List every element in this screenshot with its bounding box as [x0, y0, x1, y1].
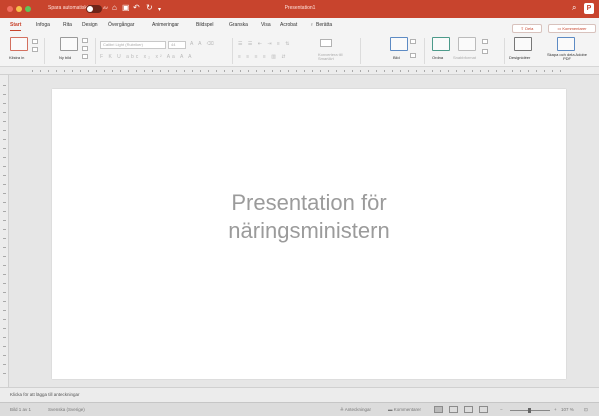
tab-acrobat[interactable]: Acrobat [280, 22, 297, 28]
section-icon[interactable] [82, 54, 88, 59]
picture-label: Bild [393, 55, 400, 60]
language-status[interactable]: Svenska (Sverige) [48, 407, 85, 412]
autosave-toggle-state: AV [103, 5, 109, 10]
create-pdf-label: Skapa och dela Adobe PDF [546, 52, 588, 61]
zoom-level[interactable]: 107 % [561, 407, 574, 412]
document-title: Presentation1 [284, 5, 316, 11]
copy-icon[interactable] [32, 47, 38, 52]
convert-smartart-label: Konvertera till SmartArt [318, 52, 343, 61]
comments-toggle-label: Kommentarer [393, 407, 422, 412]
slide-sorter-view-icon[interactable] [449, 406, 458, 413]
new-slide-label: Ny bild [59, 55, 72, 60]
text-direction-icon[interactable] [320, 39, 332, 47]
horizontal-ruler [0, 67, 599, 75]
quick-styles-label: Snabbformat [453, 55, 476, 60]
divider [44, 38, 45, 64]
autosave-toggle[interactable] [86, 5, 102, 13]
fit-slide-icon[interactable]: ⊡ [584, 407, 588, 413]
tab-design[interactable]: Design [82, 22, 98, 28]
account-icon[interactable]: P [584, 3, 594, 14]
zoom-in-icon[interactable]: + [554, 407, 557, 412]
divider [504, 38, 505, 64]
font-size-field[interactable]: 44 [168, 41, 186, 49]
tab-bildspel[interactable]: Bildspel [196, 22, 214, 28]
reset-icon[interactable] [82, 46, 88, 51]
cut-icon[interactable] [32, 39, 38, 44]
new-slide-icon[interactable] [60, 37, 78, 51]
quick-styles-icon[interactable] [458, 37, 476, 51]
normal-view-icon[interactable] [434, 406, 443, 413]
list-buttons[interactable]: ☰ ☰ ⇤ ⇥ ≡ ⇅ [238, 41, 291, 47]
save-icon[interactable]: ▣ [122, 3, 130, 13]
divider [360, 38, 361, 64]
tab-infoga[interactable]: Infoga [36, 22, 50, 28]
title-bar: Spara automatiskt AV ⌂ ▣ ↶ ↻ ▾ Presentat… [0, 0, 599, 18]
slideshow-view-icon[interactable] [479, 406, 488, 413]
text-format-buttons[interactable]: F K U abc x₂ x² Aa A A [100, 54, 193, 60]
slide-title[interactable]: Presentation för näringsministern [52, 189, 566, 245]
designer-icon[interactable] [514, 37, 532, 51]
designer-label: Designidéer [509, 55, 531, 60]
ribbon-start: Klistra in Ny bild Calibri Light (Rubrik… [0, 35, 599, 67]
divider [232, 38, 233, 64]
shapes-icon[interactable] [410, 39, 416, 44]
notes-placeholder: Klicka för att lägga till anteckningar [10, 392, 80, 397]
divider [424, 38, 425, 64]
ribbon-tabs: Start Infoga Rita Design Övergångar Anim… [0, 18, 599, 35]
picture-icon[interactable] [390, 37, 408, 51]
outline-icon[interactable] [482, 49, 488, 54]
tab-overgangar[interactable]: Övergångar [108, 22, 134, 28]
slide[interactable]: Presentation för näringsministern [52, 89, 566, 379]
arrange-icon[interactable] [432, 37, 450, 51]
slide-canvas: Presentation för näringsministern [9, 75, 599, 387]
comments-label: Kommentarer [562, 26, 587, 31]
divider [95, 38, 96, 64]
vertical-ruler [0, 75, 9, 387]
paste-label: Klistra in [9, 55, 25, 60]
slide-title-line-2: näringsministern [228, 218, 390, 243]
tab-granska[interactable]: Granska [229, 22, 248, 28]
comments-button[interactable]: ▭ Kommentarer [548, 24, 596, 33]
zoom-out-icon[interactable]: − [500, 407, 503, 412]
zoom-window-button[interactable] [25, 6, 31, 12]
autosave-label: Spara automatiskt [48, 5, 89, 11]
lightbulb-icon: ♀ [310, 22, 314, 28]
adobe-pdf-icon[interactable] [557, 37, 575, 51]
align-buttons[interactable]: ≡ ≡ ≡ ≡ ▥ ⇵ [238, 54, 288, 60]
tab-visa[interactable]: Visa [261, 22, 271, 28]
zoom-slider-thumb[interactable] [528, 408, 531, 413]
close-window-button[interactable] [7, 6, 13, 12]
notes-pane[interactable]: Klicka för att lägga till anteckningar [0, 387, 599, 402]
notes-toggle-label: Anteckningar [344, 407, 372, 412]
slide-counter: Bild 1 av 1 [10, 407, 32, 412]
textbox-icon[interactable] [410, 53, 416, 58]
redo-icon[interactable]: ↻ [146, 3, 153, 13]
tab-beratta[interactable]: Berätta [316, 22, 332, 28]
share-label: Dela [525, 26, 534, 31]
notes-toggle-button[interactable]: ≙ Anteckningar [340, 407, 371, 413]
reading-view-icon[interactable] [464, 406, 473, 413]
tab-start[interactable]: Start [10, 22, 22, 31]
font-size-controls[interactable]: A A ⌫ [190, 41, 216, 47]
minimize-window-button[interactable] [16, 6, 22, 12]
arrange-label: Ordna [432, 55, 444, 60]
undo-icon[interactable]: ↶ [133, 3, 140, 13]
font-name-field[interactable]: Calibri Light (Rubriker) [100, 41, 166, 49]
customize-toolbar-icon[interactable]: ▾ [158, 5, 161, 15]
tab-animeringar[interactable]: Animeringar [152, 22, 179, 28]
paste-icon[interactable] [10, 37, 28, 51]
slide-title-line-1: Presentation för [231, 190, 387, 215]
fill-icon[interactable] [482, 39, 488, 44]
layout-icon[interactable] [82, 38, 88, 43]
search-icon[interactable]: ⌕ [572, 3, 576, 13]
share-button[interactable]: ⇪ Dela [512, 24, 542, 33]
status-bar: Bild 1 av 1 Svenska (Sverige) ≙ Anteckni… [0, 402, 599, 416]
comments-toggle-button[interactable]: ▬ Kommentarer [388, 407, 421, 412]
home-icon[interactable]: ⌂ [112, 3, 117, 13]
tab-rita[interactable]: Rita [63, 22, 72, 28]
